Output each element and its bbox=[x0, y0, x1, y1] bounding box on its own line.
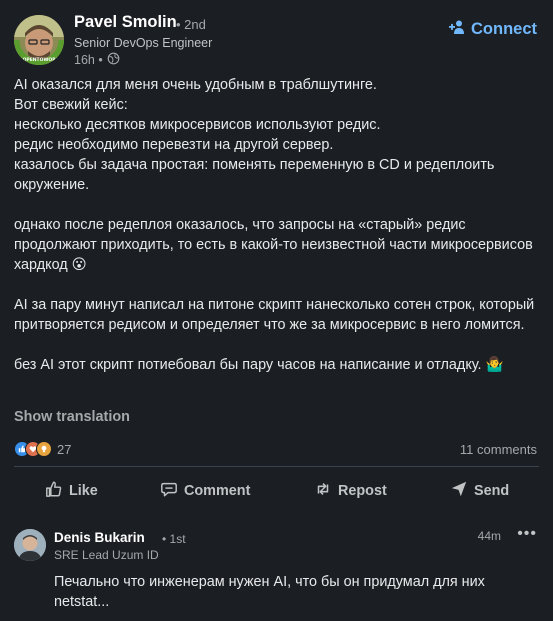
send-icon bbox=[450, 480, 468, 502]
comment-label: Comment bbox=[184, 483, 251, 499]
globe-icon bbox=[107, 52, 120, 68]
svg-text:#OPENTOWORK: #OPENTOWORK bbox=[19, 57, 60, 63]
comment-time: 44m bbox=[477, 529, 501, 543]
repost-label: Repost bbox=[338, 483, 387, 499]
post-paragraph: AI оказался для меня очень удобным в тра… bbox=[14, 77, 495, 193]
author-name[interactable]: Pavel Smolin bbox=[74, 13, 177, 32]
author-headline: Senior DevOps Engineer bbox=[74, 36, 213, 50]
post-paragraph: без AI этот скрипт потиебовал бы пару ча… bbox=[14, 357, 504, 373]
commenter-name[interactable]: Denis Bukarin bbox=[54, 530, 145, 545]
author-avatar[interactable]: #OPENTOWORK bbox=[14, 15, 64, 65]
thumbs-up-icon bbox=[45, 480, 63, 502]
reactions-summary[interactable]: 27 bbox=[14, 441, 71, 457]
comment-text: Печально что инженерам нужен AI, что бы … bbox=[54, 574, 485, 610]
connect-button[interactable]: Connect bbox=[449, 19, 537, 40]
reactions-count: 27 bbox=[57, 441, 72, 457]
like-button[interactable]: Like bbox=[45, 476, 98, 506]
post-meta: 16h • bbox=[74, 52, 120, 68]
send-button[interactable]: Send bbox=[450, 476, 509, 506]
post-body: AI оказался для меня очень удобным в тра… bbox=[14, 75, 539, 375]
action-bar: Like Comment Repost Send bbox=[0, 476, 553, 506]
comments-count[interactable]: 11 comments bbox=[460, 442, 537, 457]
connect-label: Connect bbox=[471, 20, 537, 38]
add-person-icon bbox=[449, 19, 465, 40]
repost-icon bbox=[314, 480, 332, 502]
repost-button[interactable]: Repost bbox=[314, 476, 387, 506]
commenter-avatar[interactable] bbox=[14, 529, 46, 561]
show-translation-link[interactable]: Show translation bbox=[14, 409, 130, 425]
more-options-icon[interactable]: ••• bbox=[517, 525, 537, 543]
post-paragraph: однако после редеплоя оказалось, что зап… bbox=[14, 217, 533, 273]
open-to-work-frame: #OPENTOWORK bbox=[14, 15, 64, 65]
like-label: Like bbox=[69, 483, 98, 499]
comment-icon bbox=[160, 480, 178, 502]
divider bbox=[14, 466, 539, 467]
post-paragraph: AI за пару минут написал на питоне скрип… bbox=[14, 297, 535, 333]
insightful-reaction-icon bbox=[36, 441, 52, 457]
connection-degree: • 2nd bbox=[176, 17, 206, 32]
commenter-degree: • 1st bbox=[162, 532, 186, 546]
commenter-headline: SRE Lead Uzum ID bbox=[54, 548, 159, 562]
send-label: Send bbox=[474, 483, 510, 499]
post-time: 16h • bbox=[74, 53, 103, 67]
feed-post-card: #OPENTOWORK Pavel Smolin • 2nd Senior De… bbox=[0, 0, 553, 621]
comment-button[interactable]: Comment bbox=[160, 476, 250, 506]
